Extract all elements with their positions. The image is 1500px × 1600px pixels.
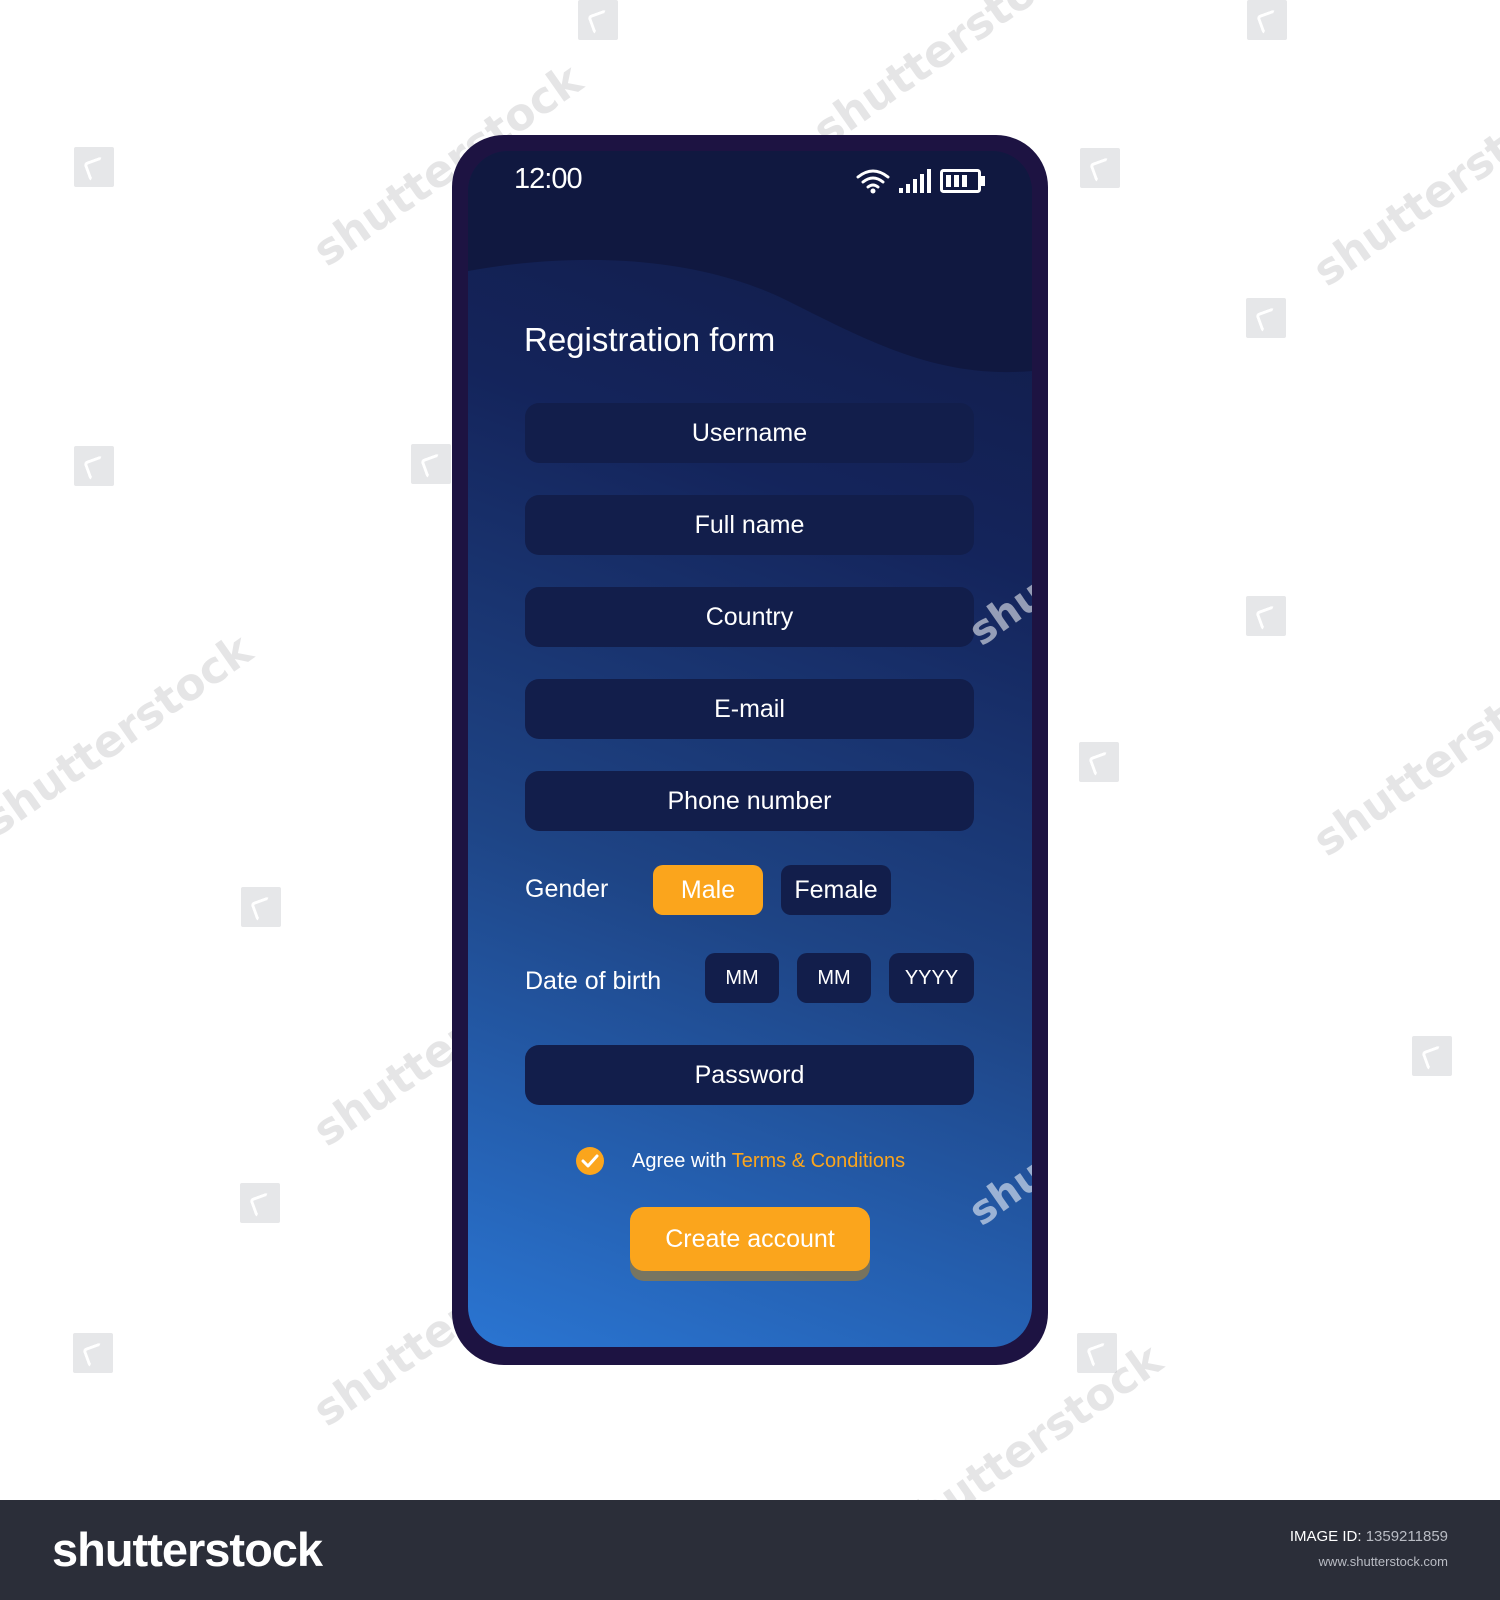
agree-text: Agree with Terms & Conditions xyxy=(632,1150,905,1173)
watermark-icon xyxy=(73,1333,113,1373)
watermark-icon xyxy=(240,1183,280,1223)
gender-label: Gender xyxy=(525,875,609,903)
date-of-birth-label: Date of birth xyxy=(525,967,662,995)
watermark-text: shutterstock xyxy=(1303,644,1500,867)
watermark-text: shutterstock xyxy=(803,0,1092,157)
watermark-text: shutterstock xyxy=(1303,74,1500,297)
agree-prefix: Agree with xyxy=(632,1149,727,1172)
status-time: 12:00 xyxy=(514,163,583,195)
password-field[interactable]: Password xyxy=(525,1045,974,1105)
signal-icon xyxy=(899,169,931,193)
watermark-icon xyxy=(411,444,451,484)
gender-female-button[interactable]: Female xyxy=(781,865,891,915)
birth-month-field[interactable]: MM xyxy=(797,953,871,1003)
create-account-button[interactable]: Create account xyxy=(630,1207,870,1271)
birth-day-field[interactable]: MM xyxy=(705,953,779,1003)
watermark-icon xyxy=(1246,596,1286,636)
image-id-label: IMAGE ID: xyxy=(1289,1528,1362,1545)
battery-icon xyxy=(940,169,985,193)
watermark-icon xyxy=(1247,0,1287,40)
watermark-text: shutterstock xyxy=(960,452,1032,656)
gender-male-button[interactable]: Male xyxy=(653,865,763,915)
stock-footer: shutterstock IMAGE ID: 1359211859 www.sh… xyxy=(0,1500,1500,1600)
image-id-value: 1359211859 xyxy=(1365,1528,1448,1545)
phone-screen: 12:00 Registration form Username Full na… xyxy=(468,151,1032,1347)
phone-number-field[interactable]: Phone number xyxy=(525,771,974,831)
agree-checkbox[interactable] xyxy=(576,1147,604,1175)
wifi-icon xyxy=(856,169,890,194)
phone-frame: 12:00 Registration form Username Full na… xyxy=(452,135,1048,1365)
image-id: IMAGE ID: 1359211859 xyxy=(1290,1528,1448,1545)
checkmark-icon xyxy=(581,1154,599,1168)
country-field[interactable]: Country xyxy=(525,587,974,647)
watermark-icon xyxy=(1246,298,1286,338)
watermark-icon xyxy=(74,446,114,486)
watermark-icon xyxy=(241,887,281,927)
watermark-icon xyxy=(1080,148,1120,188)
email-field[interactable]: E-mail xyxy=(525,679,974,739)
watermark-icon xyxy=(74,147,114,187)
footer-logo: shutterstock xyxy=(52,1523,323,1576)
watermark-text: shutterstock xyxy=(0,624,262,847)
page-title: Registration form xyxy=(524,321,776,358)
birth-year-field[interactable]: YYYY xyxy=(889,953,974,1003)
full-name-field[interactable]: Full name xyxy=(525,495,974,555)
footer-url: www.shutterstock.com xyxy=(1318,1554,1448,1569)
watermark-icon xyxy=(1412,1036,1452,1076)
username-field[interactable]: Username xyxy=(525,403,974,463)
watermark-icon xyxy=(1079,742,1119,782)
watermark-icon xyxy=(578,0,618,40)
status-icons xyxy=(856,166,986,196)
agree-row: Agree with Terms & Conditions xyxy=(576,1147,905,1175)
terms-link[interactable]: Terms & Conditions xyxy=(732,1150,905,1172)
